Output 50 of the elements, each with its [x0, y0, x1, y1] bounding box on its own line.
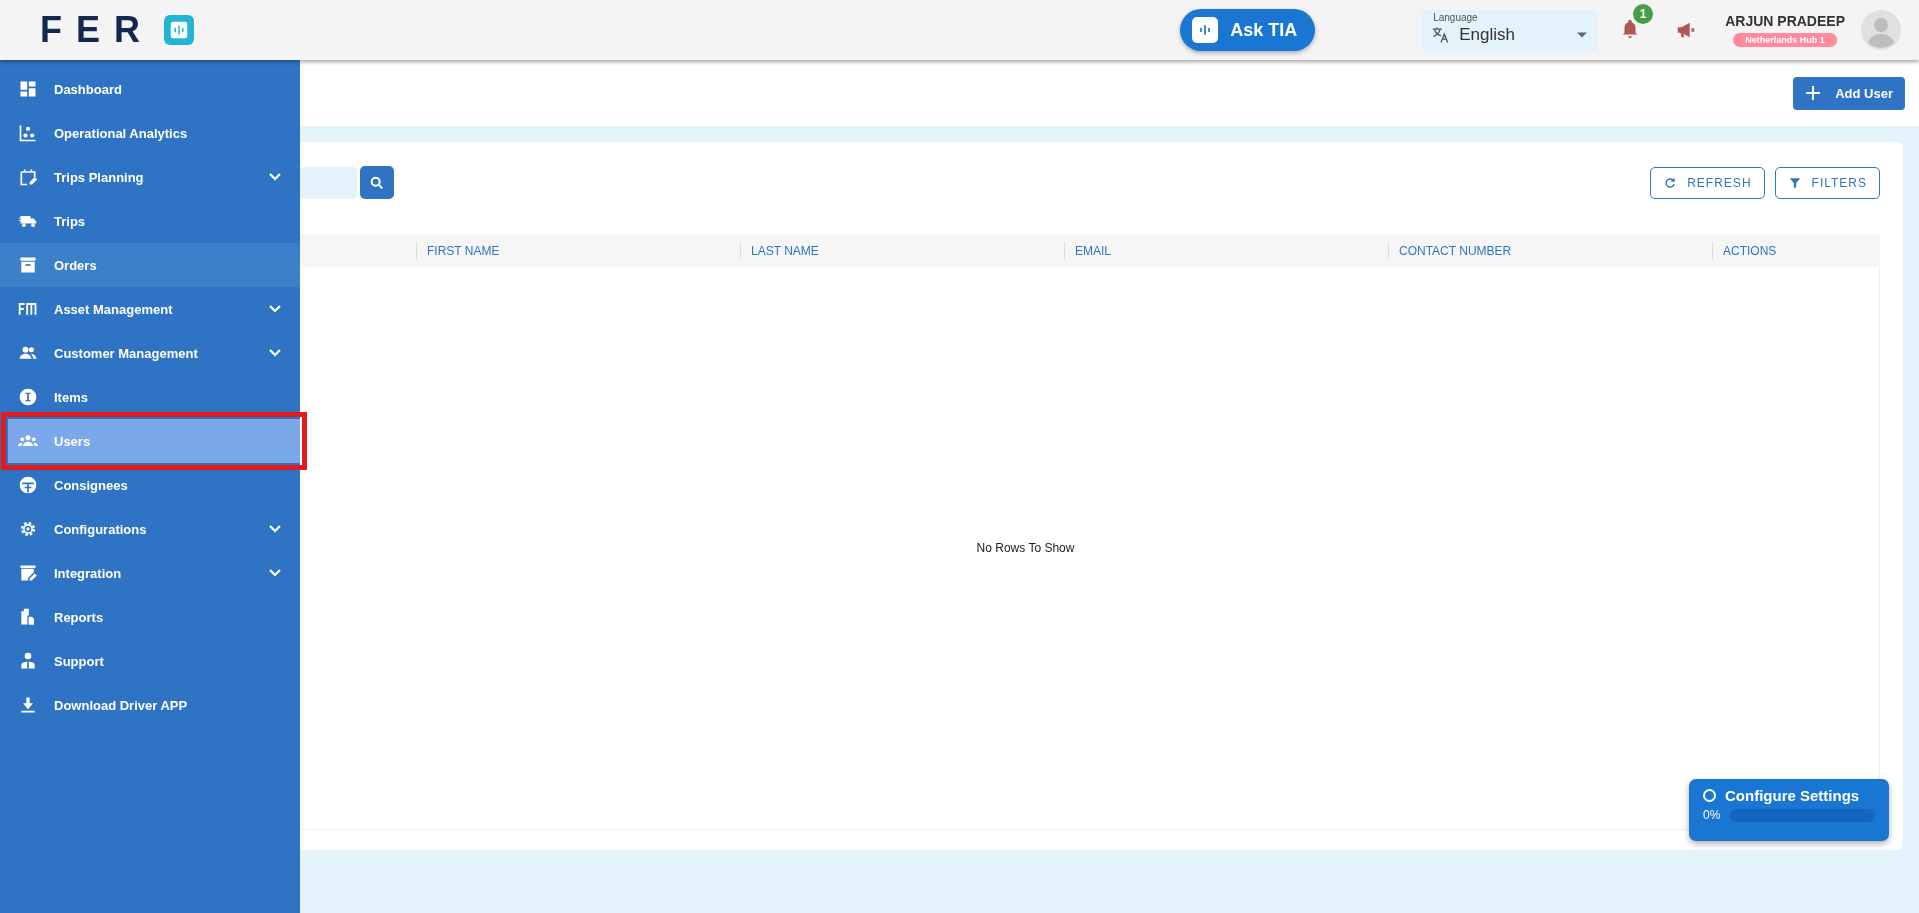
sidebar-item[interactable]: Asset Management: [0, 287, 300, 331]
ask-assistant-button[interactable]: Ask TIA: [1180, 9, 1316, 51]
info-circle-icon: [18, 387, 38, 407]
notification-badge: 1: [1633, 4, 1654, 24]
search-icon: [369, 174, 385, 191]
sidebar-item[interactable]: Configurations: [0, 507, 300, 551]
sidebar-item[interactable]: Dashboard: [0, 67, 300, 111]
column-header[interactable]: EMAIL: [1075, 243, 1111, 258]
download-icon: [18, 695, 38, 715]
column-header[interactable]: LAST NAME: [751, 243, 819, 258]
column-header[interactable]: FIRST NAME: [427, 243, 500, 258]
search-field[interactable]: [300, 166, 357, 199]
archive-box-icon: [18, 255, 38, 275]
add-user-button[interactable]: Add User: [1793, 76, 1905, 110]
filters-button[interactable]: FILTERS: [1774, 166, 1880, 199]
circle-icon: [1703, 789, 1716, 802]
column-header[interactable]: CONTACT NUMBER: [1399, 243, 1512, 258]
sidebar-item[interactable]: Operational Analytics: [0, 111, 300, 155]
caret-icon: [1577, 32, 1588, 38]
logo-text: FER: [40, 9, 154, 51]
person-icon: [18, 651, 38, 671]
refresh-icon: [1663, 175, 1678, 190]
setup-progress-card[interactable]: Configure Settings 0%: [1689, 779, 1889, 841]
sidebar-item[interactable]: Integration: [0, 551, 300, 595]
search-button[interactable]: [360, 166, 394, 199]
sidebar-item[interactable]: Customer Management: [0, 331, 300, 375]
sidebar-item[interactable]: Reports: [0, 595, 300, 639]
sidebar-item[interactable]: Trips: [0, 199, 300, 243]
sidebar-item[interactable]: Consignees: [0, 463, 300, 507]
sidebar-item[interactable]: Download Driver APP: [0, 683, 300, 727]
progress-reading: 0%: [1703, 808, 1721, 822]
setup-title: Configure Settings: [1725, 787, 1860, 804]
filter-icon: [1787, 175, 1802, 190]
sidebar-item[interactable]: Orders: [0, 243, 300, 287]
hub-chip: Netherlands Hub 1: [1733, 33, 1837, 47]
chart-dots-icon: [18, 123, 38, 143]
user-name: ARJUN PRADEEP: [1725, 13, 1845, 29]
plus-icon: [1805, 85, 1822, 101]
logo-mark-icon: [164, 15, 194, 45]
dashboard-icon: [18, 79, 38, 99]
form-edit-icon: [18, 563, 38, 583]
sidebar-item[interactable]: Support: [0, 639, 300, 683]
refresh-button[interactable]: REFRESH: [1650, 166, 1765, 199]
gear-icon: [18, 519, 38, 539]
sidebar-item[interactable]: Trips Planning: [0, 155, 300, 199]
column-header[interactable]: ACTIONS: [1723, 243, 1777, 258]
language-select[interactable]: Language English: [1421, 9, 1598, 51]
calendar-edit-icon: [18, 167, 38, 187]
empty-message: No Rows To Show: [975, 541, 1075, 555]
sidebar-item[interactable]: Items: [0, 375, 300, 419]
